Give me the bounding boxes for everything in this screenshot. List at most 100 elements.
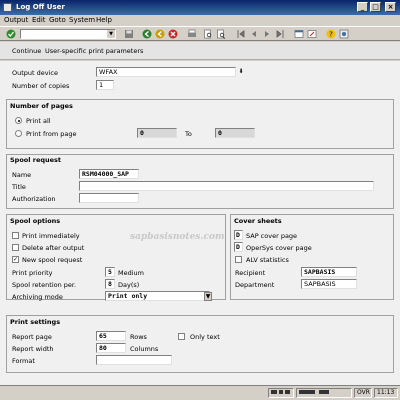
spool-request-title: Spool request [10, 156, 62, 164]
department-label: Department [235, 281, 275, 289]
delete-after-output-label: Delete after output [22, 244, 85, 252]
spool-name-label: Name [12, 171, 32, 179]
format-label: Format [12, 357, 35, 365]
chevron-down-icon[interactable]: ▼ [107, 30, 115, 38]
print-all-radio[interactable] [15, 117, 22, 124]
format-field[interactable] [96, 355, 172, 365]
system-info-icon [271, 390, 290, 394]
menu-edit[interactable]: Edit [32, 16, 46, 24]
svg-text:?: ? [329, 31, 333, 39]
spool-title-field[interactable] [79, 181, 374, 191]
authorization-field[interactable] [79, 193, 139, 203]
print-priority-text: Medium [118, 269, 144, 277]
only-text-label: Only text [190, 333, 220, 341]
print-settings-group [6, 315, 394, 373]
status-server [296, 388, 352, 398]
report-page-field[interactable]: 65 [96, 331, 126, 341]
help-icon[interactable]: ? [326, 29, 336, 39]
save-icon[interactable] [124, 29, 134, 39]
find-next-icon[interactable] [216, 29, 226, 39]
spool-retention-unit: Day(s) [118, 281, 140, 289]
sap-cover-page-label: SAP cover page [246, 232, 298, 240]
back-icon[interactable] [142, 29, 152, 39]
spool-name-field[interactable]: RSM04000_SAP [79, 169, 139, 179]
status-system-info[interactable] [268, 388, 294, 398]
alv-statistics-label: ALV statistics [246, 256, 289, 264]
window-title: Log Off User [16, 3, 65, 11]
spool-title-label: Title [12, 183, 26, 191]
archiving-mode-label: Archiving mode [12, 293, 63, 301]
new-spool-request-checkbox[interactable]: ✓ [12, 256, 19, 263]
menu-goto[interactable]: Goto [49, 16, 66, 24]
report-width-field[interactable]: 80 [96, 343, 126, 353]
command-field[interactable]: ▼ [20, 29, 116, 39]
archiving-mode-select[interactable]: Print only [105, 291, 210, 301]
new-spool-request-label: New spool request [22, 256, 83, 264]
report-width-label: Report width [12, 345, 54, 353]
cancel-icon[interactable] [168, 29, 178, 39]
only-text-checkbox[interactable] [178, 333, 185, 340]
enter-icon[interactable] [6, 29, 16, 39]
print-settings-title: Print settings [10, 318, 61, 326]
exit-icon[interactable] [155, 29, 165, 39]
columns-label: Columns [130, 345, 159, 353]
find-icon[interactable] [203, 29, 213, 39]
title-bar: Log Off User _ □ × [0, 0, 400, 15]
print-icon[interactable] [187, 29, 197, 39]
spool-retention-label: Spool retention per. [12, 281, 77, 289]
user-print-params-button[interactable]: User-specific print parameters [45, 47, 143, 55]
page-to-field[interactable]: 0 [215, 128, 255, 138]
print-immediately-label: Print immediately [22, 232, 80, 240]
authorization-label: Authorization [12, 195, 56, 203]
page-from-field[interactable]: 0 [137, 128, 177, 138]
copies-field[interactable]: 1 [96, 80, 114, 90]
alv-statistics-checkbox[interactable] [235, 256, 242, 263]
archiving-dropdown-chevron-icon[interactable]: ▼ [204, 292, 212, 301]
rows-label: Rows [130, 333, 147, 341]
output-device-label: Output device [12, 69, 58, 77]
maximize-button[interactable]: □ [370, 2, 381, 12]
menu-bar: Output Edit Goto System Help [0, 15, 400, 26]
copies-label: Number of copies [12, 82, 70, 90]
output-device-field[interactable]: WFAX [96, 67, 236, 77]
print-immediately-checkbox[interactable] [12, 232, 19, 239]
spool-options-title: Spool options [10, 217, 61, 225]
print-all-label: Print all [26, 117, 51, 125]
last-page-icon[interactable] [275, 29, 285, 39]
spool-retention-field[interactable]: 8 [105, 279, 115, 289]
sap-cover-page-field[interactable]: D [234, 230, 243, 240]
create-session-icon[interactable] [294, 29, 304, 39]
menu-help[interactable]: Help [96, 16, 112, 24]
customize-layout-icon[interactable] [339, 29, 349, 39]
menu-system[interactable]: System [69, 16, 95, 24]
app-icon [3, 3, 12, 12]
standard-toolbar: ▼ ? [0, 26, 400, 41]
first-page-icon[interactable] [236, 29, 246, 39]
report-page-label: Report page [12, 333, 52, 341]
application-toolbar: Continue User-specific print parameters [0, 42, 400, 60]
status-bar: OVR 11:13 [0, 385, 400, 400]
print-from-page-radio[interactable] [15, 130, 22, 137]
department-field[interactable]: SAPBASIS [301, 279, 357, 289]
continue-button[interactable]: Continue [12, 47, 41, 55]
output-device-help-icon[interactable]: ⬇ [237, 68, 245, 77]
close-window-button[interactable]: × [385, 2, 396, 12]
shortcut-icon[interactable] [307, 29, 317, 39]
content-area: Output device WFAX ⬇ Number of copies 1 … [0, 61, 400, 385]
opersys-cover-page-field[interactable]: D [234, 242, 243, 252]
recipient-label: Recipient [235, 269, 266, 277]
delete-after-output-checkbox[interactable] [12, 244, 19, 251]
server-info-icon [299, 390, 329, 394]
previous-page-icon[interactable] [249, 29, 259, 39]
menu-output[interactable]: Output [4, 16, 28, 24]
print-priority-field[interactable]: 5 [105, 267, 115, 277]
recipient-field[interactable]: SAPBASIS [301, 267, 357, 277]
print-from-page-label: Print from page [26, 130, 77, 138]
print-priority-label: Print priority [12, 269, 53, 277]
opersys-cover-page-label: OperSys cover page [246, 244, 312, 252]
cover-sheets-title: Cover sheets [234, 217, 282, 225]
next-page-icon[interactable] [262, 29, 272, 39]
status-mode: OVR [354, 388, 372, 398]
minimize-button[interactable]: _ [357, 2, 368, 12]
to-label: To [185, 130, 192, 138]
